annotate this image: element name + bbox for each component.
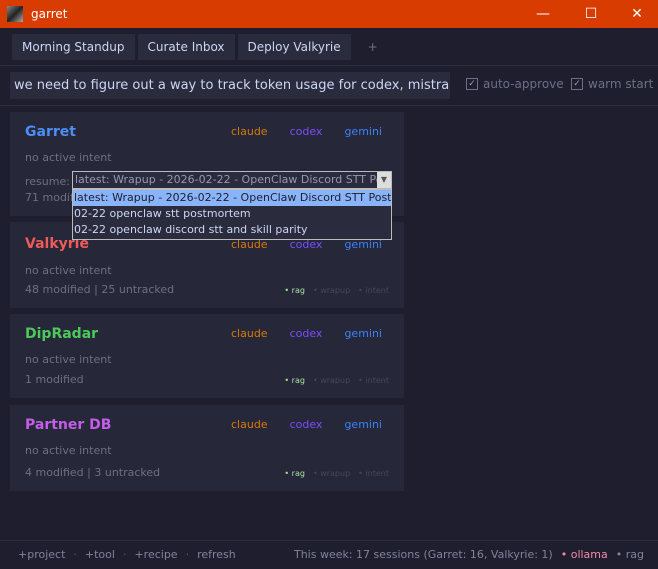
separator: · — [185, 548, 190, 561]
tab-deploy-valkyrie[interactable]: Deploy Valkyrie — [237, 34, 351, 60]
tag-wrapup: • wrapup — [312, 376, 351, 385]
recipe-tabs: Morning Standup Curate Inbox Deploy Valk… — [12, 34, 378, 60]
project-card-dipradar: DipRadar claude codex gemini no active int… — [10, 314, 404, 398]
intent-status: no active intent — [25, 444, 112, 457]
resume-select[interactable]: latest: Wrapup - 2026-02-22 - OpenClaw D… — [72, 171, 392, 189]
tag-rag: • rag — [284, 469, 305, 478]
agent-codex[interactable]: codex — [290, 125, 323, 138]
agent-gemini[interactable]: gemini — [344, 418, 382, 431]
project-card-partner-db: Partner DB claude codex gemini no active i… — [10, 405, 404, 491]
agent-gemini[interactable]: gemini — [344, 327, 382, 340]
intent-status: no active intent — [25, 151, 112, 164]
tag-intent: • intent — [358, 376, 389, 385]
warm-start-checkbox[interactable]: ✓ warm start — [571, 77, 653, 91]
tag-wrapup: • wrapup — [312, 469, 351, 478]
tag-wrapup: • wrapup — [312, 286, 351, 295]
tag-intent: • intent — [358, 286, 389, 295]
tab-morning-standup[interactable]: Morning Standup — [12, 34, 135, 60]
git-status: 4 modified | 3 untracked — [25, 466, 161, 479]
ollama-status: • ollama — [560, 548, 608, 561]
auto-approve-checkbox[interactable]: ✓ auto-approve — [466, 77, 564, 91]
intent-status: no active intent — [25, 353, 112, 366]
check-icon: ✓ — [466, 78, 478, 90]
resume-label: resume: — [25, 175, 70, 188]
intent-status: no active intent — [25, 264, 112, 277]
agent-claude[interactable]: claude — [231, 125, 268, 138]
title-bar: garret — ☐ ✕ — [0, 0, 658, 28]
footer-status: This week: 17 sessions (Garret: 16, Valk… — [294, 548, 644, 561]
divider — [0, 540, 658, 541]
auto-approve-label: auto-approve — [483, 77, 564, 91]
separator: · — [73, 548, 77, 561]
chevron-down-icon[interactable]: ▼ — [377, 172, 391, 188]
close-button[interactable]: ✕ — [614, 0, 658, 28]
maximize-button[interactable]: ☐ — [568, 0, 614, 28]
divider — [0, 65, 658, 66]
check-icon: ✓ — [571, 78, 583, 90]
project-name[interactable]: Garret — [25, 124, 76, 140]
tag-rag: • rag — [284, 376, 305, 385]
agent-codex[interactable]: codex — [290, 327, 323, 340]
add-project-link[interactable]: +project — [18, 548, 65, 561]
window-title: garret — [31, 7, 68, 21]
project-name[interactable]: DipRadar — [25, 326, 98, 342]
tab-curate-inbox[interactable]: Curate Inbox — [137, 34, 235, 60]
footer-actions: +project · +tool · +recipe · refresh — [18, 548, 236, 561]
minimize-button[interactable]: — — [520, 0, 566, 28]
project-name[interactable]: Partner DB — [25, 417, 111, 433]
agent-gemini[interactable]: gemini — [344, 125, 382, 138]
weekly-summary: This week: 17 sessions (Garret: 16, Valk… — [293, 548, 553, 561]
git-status: 48 modified | 25 untracked — [25, 283, 175, 296]
intent-input[interactable]: we need to figure out a way to track tok… — [10, 72, 450, 99]
refresh-link[interactable]: refresh — [197, 548, 236, 561]
tag-rag: • rag — [284, 286, 305, 295]
warm-start-label: warm start — [588, 77, 654, 91]
resume-option[interactable]: 02-22 openclaw discord stt and skill par… — [73, 222, 391, 238]
resume-option[interactable]: 02-22 openclaw stt postmortem — [73, 206, 391, 222]
rag-status: • rag — [615, 548, 644, 561]
separator: · — [122, 548, 127, 561]
add-tab-button[interactable]: + — [368, 40, 378, 54]
agent-claude[interactable]: claude — [231, 327, 268, 340]
agent-claude[interactable]: claude — [231, 418, 268, 431]
agent-codex[interactable]: codex — [290, 418, 323, 431]
resume-dropdown-list: latest: Wrapup - 2026-02-22 - OpenClaw D… — [72, 189, 392, 240]
divider — [0, 105, 658, 106]
add-recipe-link[interactable]: +recipe — [134, 548, 177, 561]
git-status: 1 modified — [25, 373, 84, 386]
tag-intent: • intent — [358, 469, 389, 478]
resume-option[interactable]: latest: Wrapup - 2026-02-22 - OpenClaw D… — [73, 190, 391, 206]
add-tool-link[interactable]: +tool — [85, 548, 115, 561]
app-icon — [7, 6, 23, 22]
resume-selected-value: latest: Wrapup - 2026-02-22 - OpenClaw D… — [75, 173, 391, 186]
